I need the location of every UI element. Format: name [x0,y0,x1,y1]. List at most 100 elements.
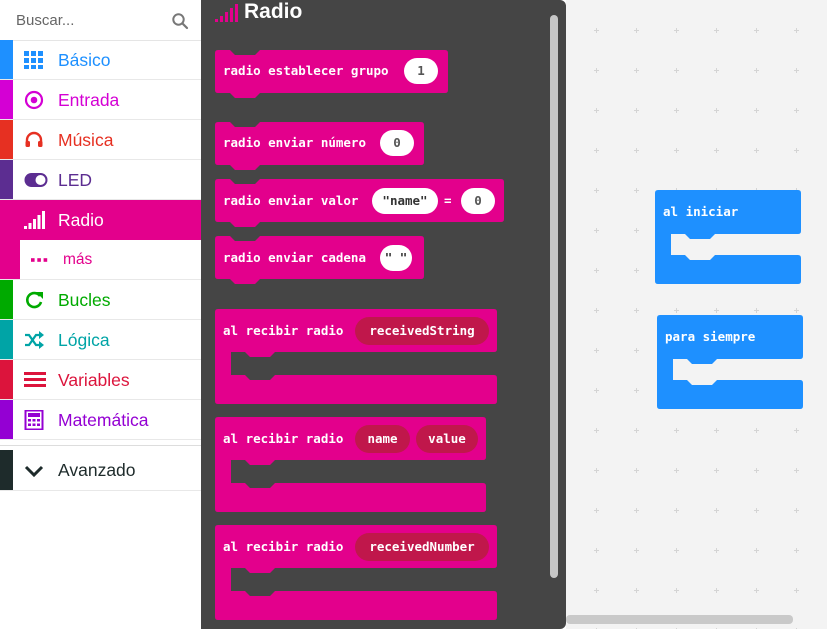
grid-mark [594,380,599,393]
grid-mark [674,140,679,153]
variable-received-number[interactable]: receivedNumber [355,533,489,561]
grid-mark [754,300,759,313]
shuffle-icon [25,331,44,349]
grid-mark [794,140,799,153]
category-logica[interactable]: Lógica [0,320,201,360]
grid-mark [714,420,719,433]
category-label: Básico [58,50,111,70]
toolbox: Básico Entrada Música LED [0,0,201,629]
grid-mark [754,580,759,593]
category-basico[interactable]: Básico [0,40,201,80]
grid-mark [594,220,599,233]
category-matematica[interactable]: Matemática [0,400,201,440]
workspace-scrollbar[interactable] [566,615,793,624]
grid-mark [634,420,639,433]
category-color-bar [0,240,20,279]
grid-mark [714,580,719,593]
category-bucles[interactable]: Bucles [0,280,201,320]
category-color-bar [0,360,13,399]
list-lines-icon [24,372,46,387]
grid-mark [634,300,639,313]
grid-mark [714,500,719,513]
grid-mark [594,100,599,113]
category-avanzado[interactable]: Avanzado [0,450,201,491]
grid-mark [674,60,679,73]
variable-received-string[interactable]: receivedString [355,317,489,345]
category-variables[interactable]: Variables [0,360,201,400]
category-label: Bucles [58,290,111,310]
category-color-bar [0,280,13,319]
equals-sign: = [444,193,452,208]
grid-mark [674,100,679,113]
grid-mark [634,180,639,193]
grid-mark [714,180,719,193]
value-slot[interactable]: 0 [461,188,495,214]
toolbox-divider [0,445,201,446]
grid-mark [594,300,599,313]
variable-name[interactable]: name [355,425,410,453]
grid-mark [714,540,719,553]
category-musica[interactable]: Música [0,120,201,160]
grid-mark [794,20,799,33]
grid-mark [634,60,639,73]
block-on-received-value[interactable]: al recibir radio name value [215,417,486,513]
category-label: Variables [58,370,130,390]
category-label: Entrada [58,90,120,110]
grid-mark [794,540,799,553]
search-bar [0,0,201,41]
grid-mark [594,540,599,553]
grid-mark [594,580,599,593]
grid-mark [674,500,679,513]
grid-mark [634,460,639,473]
signal-bars-icon [24,211,45,229]
grid-mark [754,140,759,153]
block-on-received-string[interactable]: al recibir radio receivedString [215,309,497,405]
signal-bars-icon [215,4,238,22]
string-slot[interactable]: " " [380,245,412,271]
block-on-received-number[interactable]: al recibir radio receivedNumber [215,525,497,621]
flyout-scrollbar[interactable] [550,15,558,578]
grid-mark [634,140,639,153]
block-text: para siempre [665,329,756,344]
category-color-bar [0,80,13,119]
category-label: Lógica [58,330,110,350]
category-label: Música [58,130,114,150]
grid-mark [794,580,799,593]
grid-mark [634,500,639,513]
block-radio-send-value[interactable]: radio enviar valor "name" = 0 [215,179,504,231]
grid-mark [714,20,719,33]
category-entrada[interactable]: Entrada [0,80,201,120]
grid-mark [754,460,759,473]
category-label: LED [58,170,93,190]
value-slot[interactable]: 0 [380,130,414,156]
grid-mark [754,100,759,113]
grid-mark [754,20,759,33]
headphones-icon [25,131,43,147]
block-on-start[interactable]: al iniciar [655,190,801,285]
value-slot[interactable]: 1 [404,58,438,84]
category-color-bar [0,160,13,199]
block-radio-send-string[interactable]: radio enviar cadena " " [215,236,424,288]
block-text: al recibir radio [223,431,344,446]
category-color-bar [0,450,13,490]
category-radio[interactable]: Radio [0,200,201,240]
name-string-slot[interactable]: "name" [372,188,438,214]
grid-mark [754,540,759,553]
category-label: más [63,251,93,268]
toggle-icon [24,173,48,187]
category-label: Matemática [58,410,149,430]
block-radio-send-number[interactable]: radio enviar número 0 [215,122,424,174]
block-radio-set-group[interactable]: radio establecer grupo 1 [215,50,448,102]
block-forever[interactable]: para siempre [657,315,803,410]
search-input[interactable] [16,10,166,30]
grid-mark [794,620,799,629]
grid-mark [594,20,599,33]
variable-value[interactable]: value [416,425,478,453]
grid-mark [634,580,639,593]
calculator-icon [24,410,44,430]
grid-mark [674,300,679,313]
grid-mark [674,540,679,553]
category-led[interactable]: LED [0,160,201,200]
category-radio-mas[interactable]: más [0,240,201,280]
search-icon[interactable] [171,12,189,30]
